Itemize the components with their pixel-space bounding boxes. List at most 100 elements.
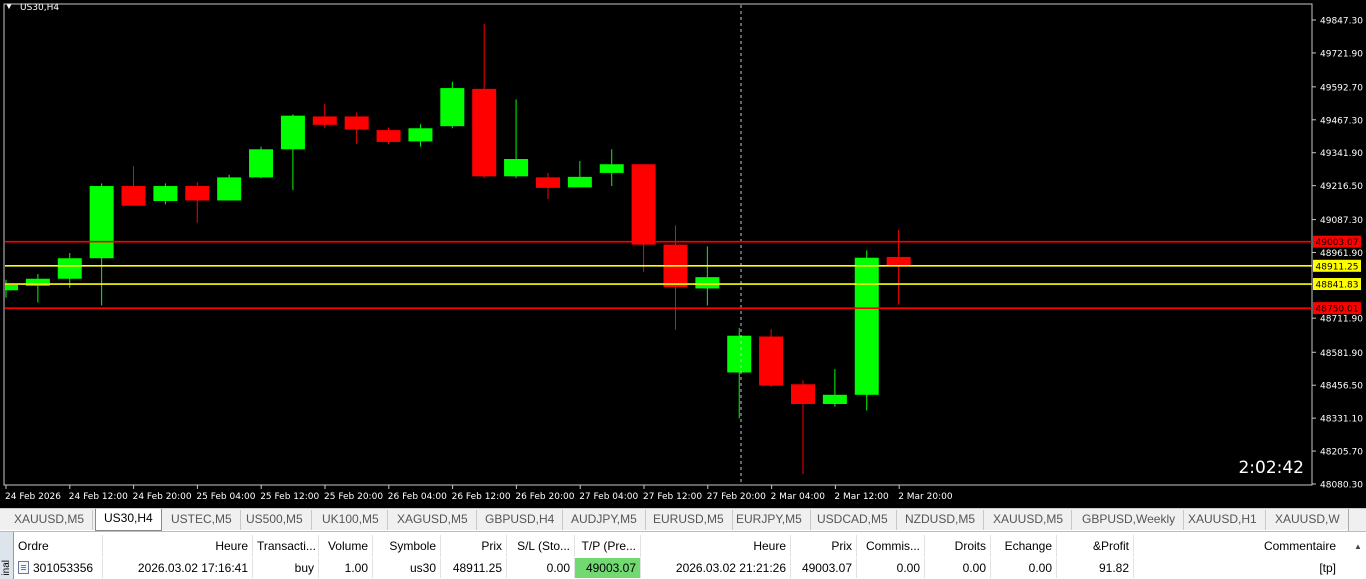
cell-profit: 91.82 (1057, 558, 1134, 578)
y-tick-label: 48456.50 (1320, 382, 1363, 392)
chart-tab[interactable]: US30,H4 (95, 509, 162, 531)
chart-window[interactable]: 49003.07 48911.25 48841.83 48750.01 49847.3… (0, 0, 1366, 508)
tab-scroll-arrows[interactable] (1348, 509, 1366, 531)
chart-menu-icon[interactable]: ▼ (5, 2, 13, 11)
col-header-volume[interactable]: Volume (319, 535, 373, 557)
chart-tab[interactable]: XAUUSD,H1 (1180, 510, 1266, 530)
col-header-type[interactable]: Transacti... (253, 535, 319, 557)
cell-open-price: 48911.25 (441, 558, 507, 578)
scroll-up-icon[interactable]: ▲ (1352, 541, 1364, 553)
x-tick-label: 27 Feb 20:00 (707, 492, 766, 502)
chart-tab[interactable]: XAUUSD,M5 (985, 510, 1073, 530)
terminal-panel: inal Ordre Heure Transacti... Volume Sym… (0, 531, 1366, 579)
cell-open-time: 2026.03.02 17:16:41 (103, 558, 253, 578)
candle-body (121, 186, 146, 206)
candle-body (376, 130, 401, 142)
bar-countdown-timer: 2:02:42 (1238, 458, 1304, 478)
col-header-sl[interactable]: S/L (Sto... (507, 535, 575, 557)
y-tick-label: 49467.30 (1320, 116, 1363, 126)
y-tick-label: 49087.30 (1320, 216, 1363, 226)
cell-commission: 0.00 (857, 558, 925, 578)
candle-body (472, 88, 497, 177)
cell-symbol: us30 (373, 558, 441, 578)
col-header-swap[interactable]: Echange (991, 535, 1057, 557)
y-tick-label: 48581.90 (1320, 349, 1363, 359)
chart-tab[interactable]: USTEC,M5 (163, 510, 241, 530)
y-tick-label: 49216.50 (1320, 182, 1363, 192)
cell-close-price: 49003.07 (791, 558, 857, 578)
chart-tab[interactable]: EURUSD,M5 (645, 510, 733, 530)
candle-body (89, 186, 114, 259)
y-tick-label: 49341.90 (1320, 149, 1363, 159)
candle-body (185, 186, 210, 201)
y-tick-label: 48961.90 (1320, 249, 1363, 259)
candle-body (822, 394, 847, 404)
chart-symbol-title: US30,H4 (20, 3, 60, 13)
x-tick-label: 25 Feb 20:00 (324, 492, 383, 502)
chart-tab[interactable]: USDCAD,M5 (809, 510, 897, 530)
cell-order: 301053356 (14, 558, 103, 578)
cell-type: buy (253, 558, 319, 578)
price-chart[interactable]: 49003.07 48911.25 48841.83 48750.01 49847.3… (0, 0, 1366, 508)
chart-tab[interactable]: US500,M5 (238, 510, 312, 530)
x-tick-label: 24 Feb 2026 (5, 492, 61, 502)
candle-body (695, 277, 720, 289)
col-header-fees[interactable]: Droits (925, 535, 991, 557)
cell-swap: 0.00 (991, 558, 1057, 578)
col-header-comment[interactable]: Commentaire (1134, 535, 1340, 557)
y-tick-label: 48331.10 (1320, 415, 1363, 425)
x-tick-label: 26 Feb 20:00 (515, 492, 574, 502)
x-tick-label: 27 Feb 12:00 (643, 492, 702, 502)
x-tick-label: 25 Feb 12:00 (260, 492, 319, 502)
y-tick-label: 48080.30 (1320, 481, 1363, 491)
table-row[interactable]: 301053356 2026.03.02 17:16:41 buy 1.00 u… (14, 558, 1366, 578)
cell-fees: 0.00 (925, 558, 991, 578)
cell-volume: 1.00 (319, 558, 373, 578)
order-document-icon (18, 561, 29, 575)
x-tick-label: 24 Feb 20:00 (133, 492, 192, 502)
col-header-open-price[interactable]: Prix (441, 535, 507, 557)
candle-body (791, 384, 815, 404)
terminal-side-label: inal (1, 560, 12, 576)
y-tick-label: 49847.30 (1320, 17, 1363, 27)
candle-body (440, 88, 465, 127)
cell-sl: 0.00 (507, 558, 575, 578)
order-number: 301053356 (33, 561, 94, 575)
y-tick-label: 49592.70 (1320, 83, 1363, 93)
col-header-order[interactable]: Ordre (14, 535, 103, 557)
col-header-open-time[interactable]: Heure (103, 535, 253, 557)
terminal-side-strip[interactable]: inal (0, 532, 14, 579)
candle-body (249, 149, 274, 178)
chart-tab[interactable]: GBPUSD,Weekly (1074, 510, 1185, 530)
chart-tab[interactable]: XAGUSD,M5 (389, 510, 477, 530)
x-tick-label: 26 Feb 12:00 (452, 492, 511, 502)
candle-body (631, 164, 656, 245)
chart-tab[interactable]: AUDJPY,M5 (563, 510, 646, 530)
col-header-close-time[interactable]: Heure (641, 535, 791, 557)
x-tick-label: 2 Mar 12:00 (834, 492, 889, 502)
chart-tab[interactable]: UK100,M5 (314, 510, 388, 530)
chart-tab[interactable]: GBPUSD,H4 (477, 510, 564, 530)
candle-body (599, 164, 624, 173)
trade-history-header: Ordre Heure Transacti... Volume Symbole … (14, 535, 1366, 557)
candle-body (217, 177, 242, 201)
col-header-commission[interactable]: Commis... (857, 535, 925, 557)
cell-tp: 49003.07 (575, 558, 641, 578)
col-header-close-price[interactable]: Prix (791, 535, 857, 557)
candle-body (759, 336, 784, 386)
col-header-tp[interactable]: T/P (Pre... (575, 535, 641, 557)
y-tick-label: 49721.90 (1320, 49, 1363, 59)
chart-tab[interactable]: XAUUSD,W (1267, 510, 1349, 530)
candle-body (312, 116, 337, 125)
chart-tab[interactable]: NZDUSD,M5 (897, 510, 985, 530)
col-header-symbol[interactable]: Symbole (373, 535, 441, 557)
candle-body (504, 158, 529, 177)
chart-tab[interactable]: EURJPY,M5 (728, 510, 811, 530)
chart-tab[interactable]: XAUUSD,M5 (6, 510, 94, 530)
y-tick-label: 48205.70 (1320, 448, 1363, 458)
candle-body (344, 116, 369, 130)
col-header-profit[interactable]: &Profit (1057, 535, 1134, 557)
cell-close-time: 2026.03.02 21:21:26 (641, 558, 791, 578)
x-tick-label: 24 Feb 12:00 (69, 492, 128, 502)
candle-body (280, 115, 305, 150)
